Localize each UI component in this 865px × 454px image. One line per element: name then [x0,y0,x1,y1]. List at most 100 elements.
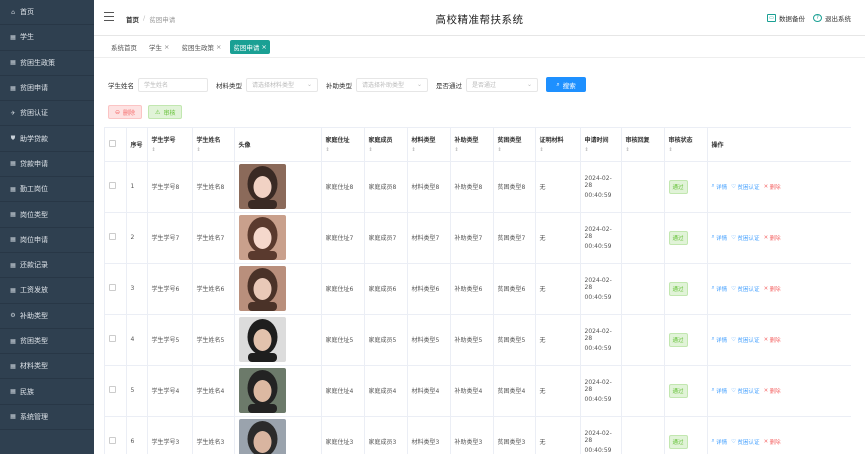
row-checkbox[interactable] [109,335,116,342]
certify-button[interactable]: ♡ 贫困认证 [731,387,759,395]
detail-button[interactable]: ⌕ 详情 [712,336,728,344]
close-icon[interactable]: × [216,43,221,51]
help-icon[interactable]: ? [813,14,822,22]
delete-icon: ⊖ [115,108,121,116]
sidebar-item[interactable]: ▦ 岗位申请 [0,228,94,253]
delete-button[interactable]: ✕ 删除 [764,336,781,344]
tab-tag[interactable]: 贫困生政策 × [178,40,224,54]
row-checkbox[interactable] [109,233,116,240]
search-button[interactable]: ⌕ 搜索 [546,77,586,92]
column-header[interactable]: 审核回复 ⇕ [621,128,665,162]
column-header[interactable]: 补助类型 ⇕ [450,128,494,162]
tab-tag[interactable]: 贫困申请 × [230,39,270,54]
bulk-actions: ⊖ 删除 ⚠ 审核 [108,105,188,119]
sidebar-item[interactable]: ▦ 勤工岗位 [0,177,94,203]
logout-link[interactable]: 退出系统 [825,13,851,23]
delete-button[interactable]: ✕ 删除 [764,387,781,395]
poverty-cell: 贫困类型3 [493,416,536,454]
column-header[interactable]: 学生姓名 ⇕ [192,128,235,162]
certify-button[interactable]: ♡ 贫困认证 [731,336,759,344]
sidebar-item[interactable]: ⚙ 补助类型 [0,304,94,329]
close-icon[interactable]: × [164,43,169,51]
delete-button-label: 删除 [769,388,781,395]
column-header[interactable]: 家庭成员 ⇕ [364,128,408,162]
table-header-row: 序号 学生学号 ⇕ 学生姓名 ⇕ 头像 家庭住址 ⇕ 家庭成员 ⇕ 材料类型 ⇕ 补助类型 ⇕ 贫困类型 ⇕ 证… [105,128,851,162]
sort-icon[interactable]: ⇕ [412,147,446,153]
sort-icon[interactable]: ⇕ [369,147,403,153]
sidebar-item[interactable]: ▦ 工资发放 [0,278,94,304]
column-header[interactable]: 审核状态 ⇕ [664,128,708,162]
sidebar-item[interactable]: ▦ 贫困类型 [0,329,94,355]
sort-icon[interactable]: ⇕ [626,147,660,153]
backup-link[interactable]: 数据备份 [779,13,805,23]
tab-tag[interactable]: 学生 × [146,40,172,54]
row-select-cell [105,263,127,315]
sort-icon[interactable]: ⇕ [326,147,360,153]
sort-icon[interactable]: ⇕ [455,147,489,153]
sort-icon[interactable]: ⇕ [197,147,230,153]
audit-button[interactable]: ⚠ 审核 [148,105,183,119]
detail-button[interactable]: ⌕ 详情 [712,438,728,446]
sidebar-item[interactable]: ▦ 贫困申请 [0,76,94,102]
tab-tag[interactable]: 系统首页 [108,40,140,54]
certify-button[interactable]: ♡ 贫困认证 [731,183,759,191]
column-header[interactable]: 证明材料 ⇕ [535,128,581,162]
delete-button[interactable]: ✕ 删除 [764,285,781,293]
address-cell-text: 家庭住址8 [325,184,354,191]
sidebar-item[interactable]: ▦ 贷款申请 [0,152,94,178]
sidebar-item[interactable]: ▦ 学生 [0,25,94,51]
column-header[interactable]: 贫困类型 ⇕ [493,128,536,162]
sort-icon[interactable]: ⇕ [540,147,576,153]
sort-icon[interactable]: ⇕ [669,147,703,153]
column-header[interactable]: 申请时间 ⇕ [580,128,622,162]
material-select[interactable]: 请选择材料类型 ⌄ [246,77,318,92]
sort-icon[interactable]: ⇕ [498,147,531,153]
sidebar-item[interactable]: ⛊ 助学贷款 [0,126,94,152]
sidebar-item[interactable]: ▦ 还款记录 [0,253,94,279]
sort-icon[interactable]: ⇕ [585,147,617,153]
row-checkbox[interactable] [109,386,116,393]
certify-button[interactable]: ♡ 贫困认证 [731,234,759,242]
column-header: 操作 [707,128,851,162]
sidebar-item[interactable]: ▦ 贫困生政策 [0,51,94,76]
sidebar-item[interactable]: ▦ 民族 [0,379,94,405]
sidebar-item[interactable]: ▦ 系统管理 [0,405,94,431]
sort-icon[interactable]: ⇕ [152,147,188,153]
delete-button[interactable]: ✕ 删除 [764,183,781,191]
column-header[interactable]: 学生学号 ⇕ [147,128,193,162]
index-cell-text: 3 [130,285,135,292]
passed-select[interactable]: 是否通过 ⌄ [466,77,538,92]
detail-button[interactable]: ⌕ 详情 [712,234,728,242]
column-header[interactable]: 材料类型 ⇕ [407,128,451,162]
detail-button[interactable]: ⌕ 详情 [712,183,728,191]
student-name-input[interactable]: 学生姓名 [138,77,208,92]
index-cell: 1 [126,161,148,213]
close-icon[interactable]: × [261,43,266,51]
bulk-delete-button[interactable]: ⊖ 删除 [108,105,143,119]
apply-time-cell: 2024-02-28 00:40:59 [580,314,622,366]
column-header-label: 审核状态 [668,137,693,145]
column-header[interactable]: 家庭住址 ⇕ [321,128,365,162]
certify-button[interactable]: ♡ 贫困认证 [731,285,759,293]
members-cell: 家庭成员5 [364,314,408,366]
subsidy-select[interactable]: 请选择补助类型 ⌄ [356,77,428,92]
detail-button[interactable]: ⌕ 详情 [712,387,728,395]
sidebar-item[interactable]: ⌂ 首页 [0,0,94,26]
row-checkbox[interactable] [109,284,116,291]
subsidy-cell: 补助类型7 [450,212,494,264]
certify-button[interactable]: ♡ 贫困认证 [731,438,759,446]
sidebar-item[interactable]: ▦ 岗位类型 [0,202,94,228]
proof-cell: 无 [535,365,581,417]
delete-button[interactable]: ✕ 删除 [764,234,781,242]
row-checkbox[interactable] [109,437,116,444]
subsidy-label: 补助类型 [326,81,352,90]
poverty-cell-text: 贫困类型6 [497,286,526,293]
monitor-icon[interactable]: ▭ [767,14,776,22]
row-checkbox[interactable] [109,182,116,189]
sidebar-item[interactable]: ▦ 材料类型 [0,354,94,380]
select-all-checkbox[interactable] [109,139,116,147]
delete-button[interactable]: ✕ 删除 [764,438,781,446]
sidebar-item[interactable]: ✈ 贫困认证 [0,101,94,127]
detail-button[interactable]: ⌕ 详情 [712,285,728,293]
audit-label: 审核 [163,109,176,117]
